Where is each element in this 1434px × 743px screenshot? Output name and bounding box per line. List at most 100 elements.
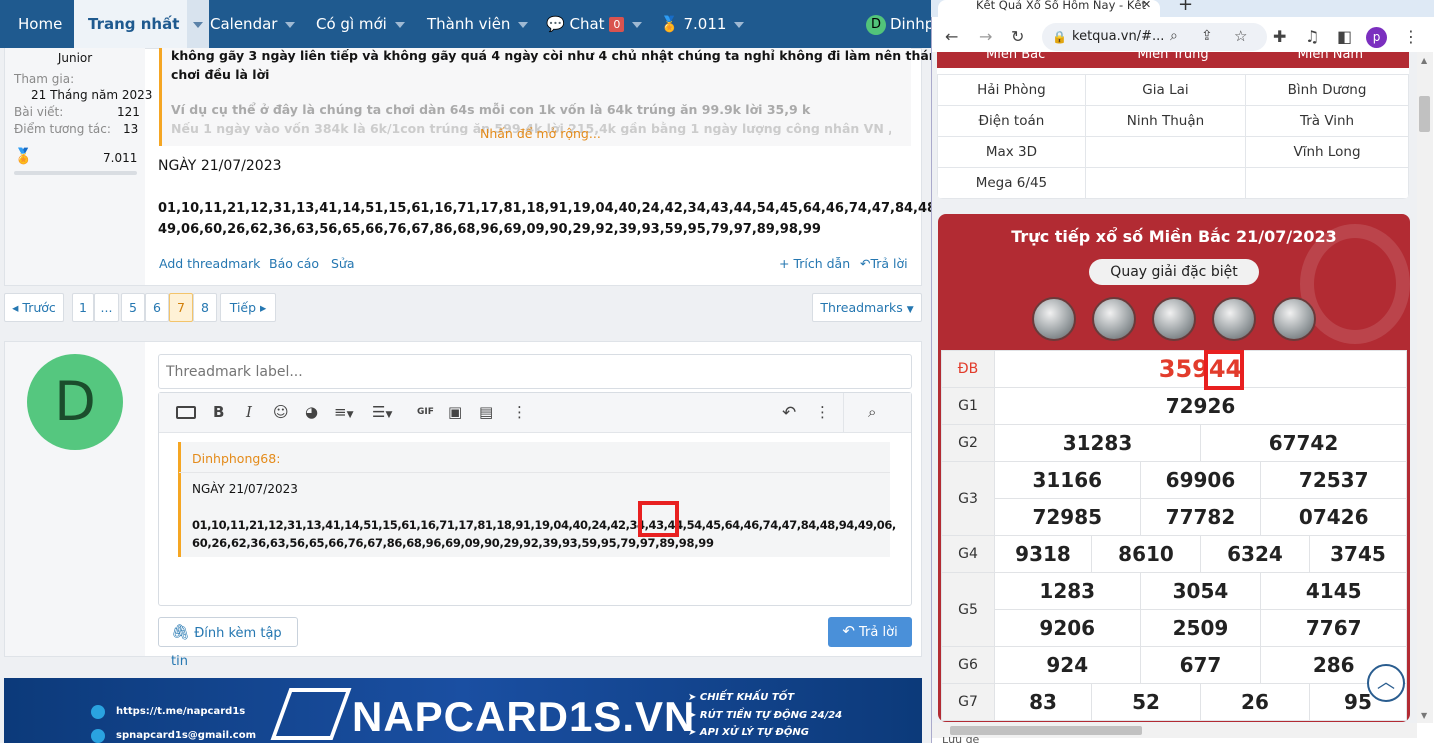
table-row: G6 924 677 286	[941, 646, 1407, 684]
quote-link[interactable]: + Trích dẫn	[779, 256, 850, 271]
scroll-up-arrow-icon[interactable]: ▲	[1421, 56, 1427, 65]
prize-value: 3054	[1139, 572, 1262, 610]
quote-author: Dinhphong68:	[192, 451, 281, 466]
share-icon[interactable]: ⇪	[1201, 28, 1213, 44]
new-tab-icon[interactable]: +	[1178, 0, 1193, 14]
profile-avatar[interactable]: p	[1366, 27, 1387, 48]
banner-brand: NAPCARD1S.VN	[352, 693, 696, 740]
chevron-down-icon	[518, 21, 529, 28]
lottery-ball-icon	[1152, 297, 1196, 341]
table-row: 72985 77782 07426	[942, 498, 1407, 536]
back-icon[interactable]: ←	[945, 27, 958, 46]
bookmark-star-icon[interactable]: ☆	[1234, 27, 1247, 45]
add-threadmark-link[interactable]: Add threadmark	[159, 256, 260, 271]
italic-icon[interactable]: I	[246, 403, 252, 421]
attach-file-button[interactable]: 🖇 Đính kèm tập tin	[158, 617, 298, 669]
reply-icon: ↶	[860, 256, 871, 271]
bold-icon[interactable]: B	[213, 403, 224, 421]
scroll-down-arrow-icon[interactable]: ▼	[1421, 711, 1427, 720]
edit-link[interactable]: Sửa	[331, 256, 355, 271]
nav-calendar[interactable]: Calendar	[210, 0, 296, 48]
lock-icon[interactable]: 🔒	[1052, 30, 1067, 44]
submit-reply-label: Trả lời	[859, 625, 898, 640]
threadmarks-button[interactable]: Threadmarks ▼	[812, 293, 922, 322]
lottery-ball-icon	[1092, 297, 1136, 341]
tab-title: Kết Quả Xổ Số Hôm Nay - Kết	[976, 0, 1146, 12]
expand-link[interactable]: Nhấn để mở rộng...	[480, 126, 601, 141]
reply-link[interactable]: ↶Trả lời	[860, 256, 908, 271]
nav-co-gi-moi[interactable]: Có gì mới	[316, 0, 405, 48]
more-options-icon[interactable]: ⋮	[815, 403, 830, 421]
page-6[interactable]: 6	[145, 293, 169, 322]
page-ellipsis[interactable]: ...	[94, 293, 119, 322]
prize-value: 72985	[994, 498, 1141, 536]
nav-trang-nhat[interactable]: Trang nhất	[74, 0, 210, 48]
smiley-icon[interactable]: ☺	[273, 403, 289, 421]
table-row: G4 9318 8610 6324 3745	[941, 535, 1408, 573]
source-mode-icon[interactable]	[176, 406, 196, 419]
page-5[interactable]: 5	[121, 293, 145, 322]
media-icon[interactable]: ▤	[479, 403, 493, 421]
post-numbers: 49,06,60,26,62,36,63,56,65,66,76,67,86,6…	[158, 222, 821, 237]
menu-kebab-icon[interactable]: ⋮	[1403, 27, 1419, 46]
region-link[interactable]: Gia Lai	[1084, 74, 1247, 106]
side-panel-icon[interactable]: ◧	[1337, 27, 1352, 46]
prize-label: ĐB	[941, 350, 995, 388]
threadmark-label-input[interactable]	[158, 354, 912, 389]
prize-value: 26	[1199, 683, 1310, 721]
scrollbar-thumb[interactable]	[950, 726, 1142, 735]
forward-icon[interactable]: →	[979, 27, 992, 46]
region-link[interactable]: Bình Dương	[1245, 74, 1409, 106]
regions-header: Miền Bắc Miền Trung Miền Nam	[937, 52, 1409, 68]
prize-label: G4	[941, 535, 995, 573]
page-1[interactable]: 1	[72, 293, 94, 322]
more-options-icon[interactable]: ⋮	[512, 403, 527, 421]
browser-tab[interactable]: Kết Quả Xổ Số Hôm Nay - Kết	[938, 0, 1160, 18]
close-tab-icon[interactable]: ✕	[1142, 0, 1151, 10]
region-header-mien-trung[interactable]: Miền Trung	[1094, 52, 1251, 68]
search-icon[interactable]: ⌕	[1170, 28, 1178, 44]
page-8[interactable]: 8	[193, 293, 217, 322]
list-icon[interactable]: ☰▼	[372, 403, 392, 421]
prize-value: 77782	[1139, 498, 1262, 536]
region-link[interactable]: Mega 6/45	[937, 167, 1086, 199]
chevron-down-icon[interactable]	[187, 0, 210, 48]
image-icon[interactable]: ▣	[448, 403, 462, 421]
prize-value: 31283	[994, 424, 1201, 462]
region-link[interactable]: Ninh Thuận	[1084, 105, 1247, 137]
preview-icon[interactable]: ⌕	[868, 403, 876, 421]
chat-bubble-icon: 💬	[546, 15, 565, 33]
prev-page-button[interactable]: ◂ Trước	[4, 293, 64, 322]
nav-points[interactable]: 🏅 7.011	[660, 0, 745, 48]
gif-icon[interactable]: GIF	[417, 407, 434, 417]
scroll-to-top-button[interactable]: ︿	[1367, 664, 1405, 702]
extensions-icon[interactable]: ✚	[1273, 27, 1286, 46]
next-page-button[interactable]: Tiếp ▸	[220, 293, 276, 322]
undo-icon[interactable]: ↶	[782, 403, 796, 423]
media-control-icon[interactable]: ♫	[1305, 27, 1319, 46]
region-header-mien-bac[interactable]: Miền Bắc	[937, 52, 1094, 68]
nav-thanh-vien[interactable]: Thành viên	[427, 0, 529, 48]
nav-chat[interactable]: 💬 Chat 0	[546, 0, 643, 48]
region-link[interactable]: Điện toán	[937, 105, 1086, 137]
submit-reply-button[interactable]: ↶ Trả lời	[828, 617, 912, 647]
scrollbar-thumb[interactable]	[1419, 96, 1430, 132]
region-link[interactable]: Trà Vinh	[1245, 105, 1409, 137]
quote-date: NGÀY 21/07/2023	[192, 482, 298, 496]
banner-feature: ➤ CHIẾT KHẤU TỐT	[688, 692, 795, 703]
report-link[interactable]: Báo cáo	[269, 256, 319, 271]
align-icon[interactable]: ≡▼	[334, 403, 354, 421]
vertical-scrollbar[interactable]	[1417, 52, 1433, 723]
table-row: G7 83 52 26 95	[941, 683, 1408, 721]
highlight-box	[638, 501, 679, 537]
region-link[interactable]: Max 3D	[937, 136, 1086, 168]
page-7-current[interactable]: 7	[169, 293, 193, 322]
spin-special-button[interactable]: Quay giải đặc biệt	[1089, 259, 1259, 285]
prize-value: 677	[1139, 646, 1262, 684]
region-header-mien-nam[interactable]: Miền Nam	[1252, 52, 1409, 68]
region-link[interactable]: Hải Phòng	[937, 74, 1086, 106]
nav-home[interactable]: Home	[18, 0, 62, 48]
reload-icon[interactable]: ↻	[1011, 27, 1024, 46]
region-link[interactable]: Vĩnh Long	[1245, 136, 1409, 168]
palette-icon[interactable]: ◕	[305, 403, 318, 421]
